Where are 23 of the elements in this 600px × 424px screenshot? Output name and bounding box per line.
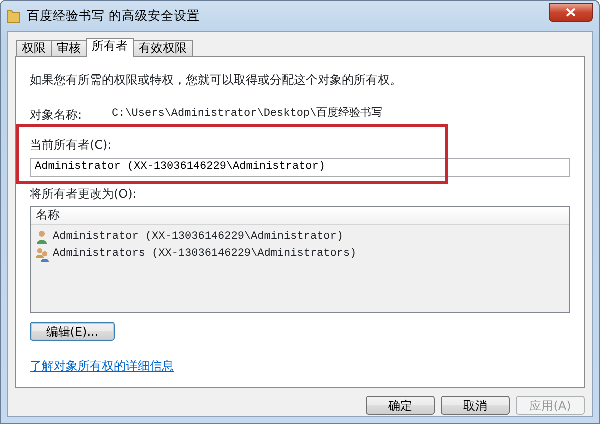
object-name-label: 对象名称: — [30, 107, 84, 124]
column-header[interactable]: 名称 — [31, 207, 569, 225]
dialog-button[interactable]: 取消 — [441, 396, 510, 415]
current-owner-label: 当前所有者(C): — [30, 138, 112, 152]
edit-button[interactable]: 编辑(E)... — [30, 322, 115, 341]
dialog-button[interactable]: 确定 — [366, 396, 435, 415]
change-owner-label: 将所有者更改为(O): — [30, 187, 137, 201]
tab[interactable]: 所有者 — [86, 38, 134, 57]
close-button[interactable] — [549, 2, 593, 22]
intro-text: 如果您有所需的权限或特权，您就可以取得或分配这个对象的所有权。 — [30, 72, 403, 89]
object-path: C:\Users\Administrator\Desktop\百度经验书写 — [112, 106, 383, 122]
users-icon — [35, 247, 50, 262]
user-icon — [35, 230, 50, 245]
tab[interactable]: 有效权限 — [133, 40, 193, 56]
tab[interactable]: 权限 — [16, 40, 52, 56]
list-item[interactable]: Administrator (XX-13036146229\Administrator) — [53, 229, 344, 246]
tab[interactable]: 审核 — [51, 40, 87, 56]
close-icon — [566, 8, 576, 16]
list-item[interactable]: Administrators (XX-13036146229\Administrators) — [53, 246, 357, 263]
current-owner-field[interactable]: Administrator (XX-13036146229\Administrator) — [30, 158, 570, 177]
help-link[interactable]: 了解对象所有权的详细信息 — [30, 359, 174, 373]
folder-icon — [7, 8, 21, 24]
window-title: 百度经验书写 的高级安全设置 — [27, 6, 200, 25]
